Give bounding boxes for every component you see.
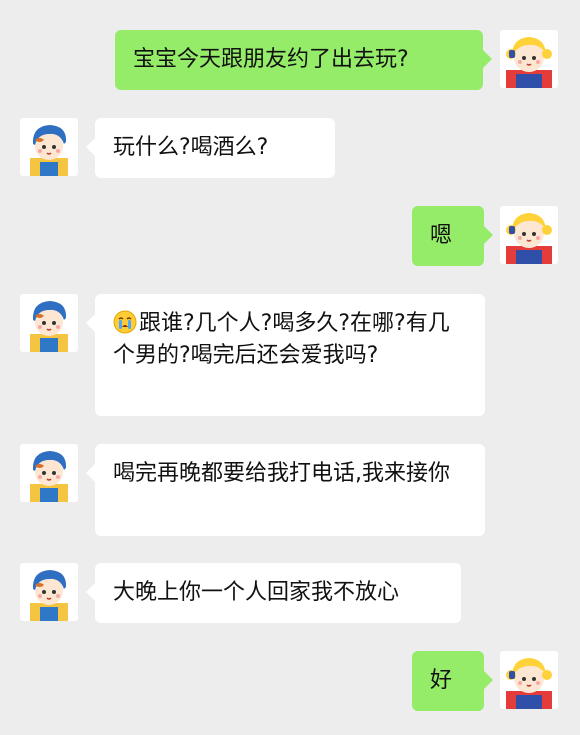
blonde-girl-avatar-icon	[500, 206, 558, 264]
avatar-self[interactable]	[500, 206, 558, 264]
blonde-girl-avatar-icon	[500, 651, 558, 709]
blue-beanie-boy-avatar-icon	[20, 444, 78, 502]
blonde-girl-avatar-icon	[500, 30, 558, 88]
message-bubble[interactable]: 宝宝今天跟朋友约了出去玩?	[115, 30, 492, 90]
avatar-other[interactable]	[20, 118, 78, 176]
avatar-self[interactable]	[500, 651, 558, 709]
blue-beanie-boy-avatar-icon	[20, 118, 78, 176]
blue-beanie-boy-avatar-icon	[20, 294, 78, 352]
avatar-self[interactable]	[500, 30, 558, 88]
message-bubble[interactable]: 玩什么?喝酒么?	[86, 118, 335, 178]
crying-face-icon	[113, 310, 137, 334]
message-text: 跟谁?几个人?喝多久?在哪?有几个男的?喝完后还会爱我吗?	[113, 311, 450, 368]
message-bubble[interactable]: 跟谁?几个人?喝多久?在哪?有几个男的?喝完后还会爱我吗?	[86, 294, 485, 416]
blue-beanie-boy-avatar-icon	[20, 563, 78, 621]
avatar-other[interactable]	[20, 444, 78, 502]
message-bubble[interactable]: 嗯	[412, 206, 493, 266]
message-bubble[interactable]: 大晚上你一个人回家我不放心	[86, 563, 461, 623]
message-bubble[interactable]: 好	[412, 651, 493, 711]
avatar-other[interactable]	[20, 294, 78, 352]
avatar-other[interactable]	[20, 563, 78, 621]
message-bubble[interactable]: 喝完再晚都要给我打电话,我来接你	[86, 444, 485, 536]
